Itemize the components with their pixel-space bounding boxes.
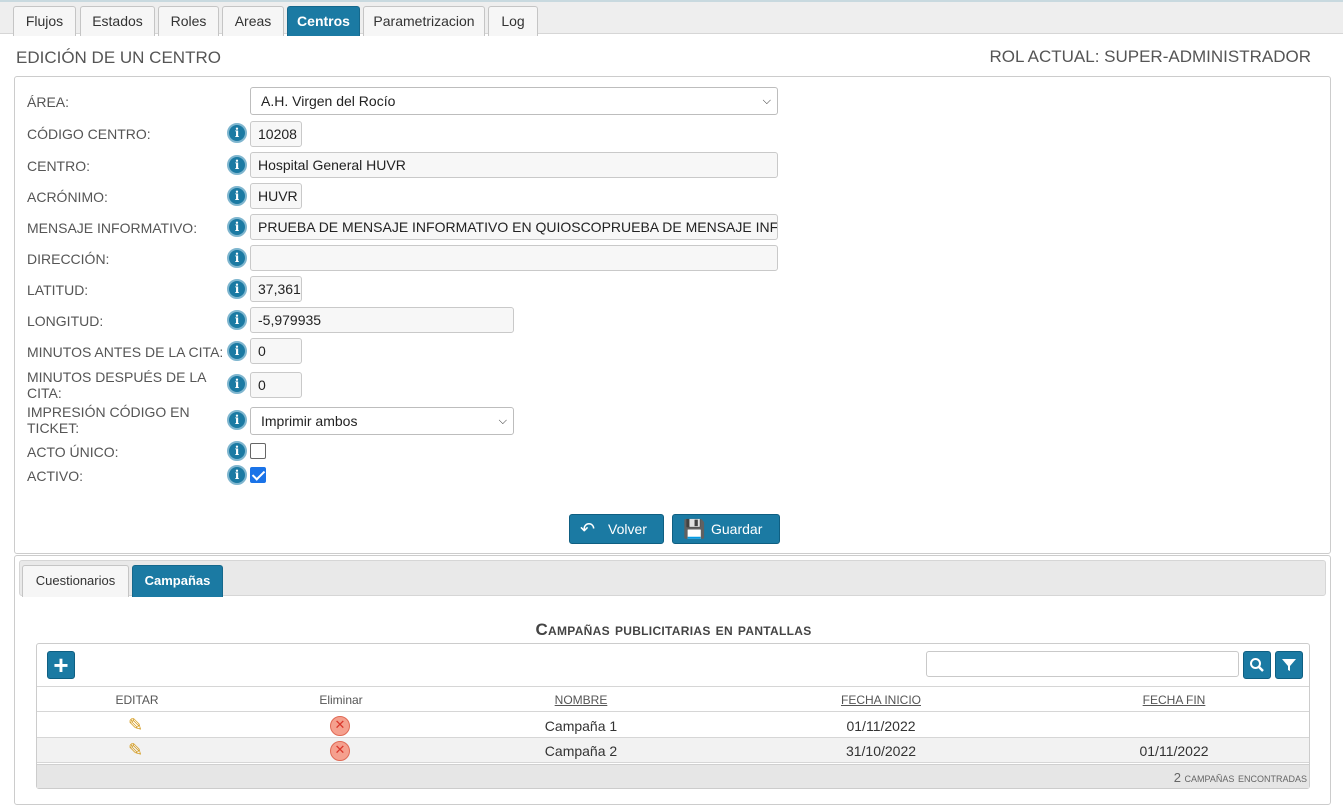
table-row: ✎ ✕ Campaña 2 31/10/2022 01/11/2022 xyxy=(37,738,1309,763)
chevron-down-icon: ⌵ xyxy=(498,415,507,427)
filter-icon xyxy=(1282,659,1296,671)
tab-cuestionarios[interactable]: Cuestionarios xyxy=(22,565,129,597)
cell-nombre: Campaña 1 xyxy=(544,718,618,734)
info-icon[interactable]: i xyxy=(227,310,247,330)
center-edit-form: ÁREA: A.H. Virgen del Rocío ⌵ CÓDIGO CEN… xyxy=(14,76,1331,554)
chevron-down-icon: ⌵ xyxy=(762,95,771,107)
tab-flujos[interactable]: Flujos xyxy=(13,6,76,36)
tab-estados[interactable]: Estados xyxy=(80,6,155,36)
impresion-select-value: Imprimir ambos xyxy=(261,413,358,429)
info-icon[interactable]: i xyxy=(227,410,247,430)
impresion-label: IMPRESIÓN CÓDIGO EN TICKET: xyxy=(27,404,190,436)
save-icon: 💾 xyxy=(683,519,706,539)
cell-fecha-inicio: 31/10/2022 xyxy=(845,743,917,759)
info-icon[interactable]: i xyxy=(227,341,247,361)
area-select-value: A.H. Virgen del Rocío xyxy=(261,93,396,109)
tab-roles[interactable]: Roles xyxy=(158,6,219,36)
info-icon[interactable]: i xyxy=(227,248,247,268)
guardar-button[interactable]: 💾 Guardar xyxy=(672,514,780,544)
col-editar: EDITAR xyxy=(115,693,159,707)
info-icon[interactable]: i xyxy=(227,441,247,461)
guardar-label: Guardar xyxy=(711,521,763,537)
longitud-label: LONGITUD: xyxy=(27,313,104,329)
col-eliminar: Eliminar xyxy=(319,693,363,707)
pencil-icon[interactable]: ✎ xyxy=(128,740,143,761)
minutos-despues-input[interactable]: 0 xyxy=(250,372,302,398)
info-icon[interactable]: i xyxy=(227,186,247,206)
area-label: ÁREA: xyxy=(27,94,70,110)
delete-icon[interactable]: ✕ xyxy=(330,716,350,736)
volver-label: Volver xyxy=(608,521,647,537)
longitud-input[interactable]: -5,979935 xyxy=(250,307,514,333)
tab-log[interactable]: Log xyxy=(488,6,538,36)
acto-unico-label: ACTO ÚNICO: xyxy=(27,444,119,460)
minutos-despues-label: MINUTOS DESPUÉS DE LA CITA: xyxy=(27,369,206,401)
cell-nombre: Campaña 2 xyxy=(544,743,618,759)
codigo-label: CÓDIGO CENTRO: xyxy=(27,126,151,142)
current-role: ROL ACTUAL: SUPER-ADMINISTRADOR xyxy=(989,47,1311,66)
search-button[interactable] xyxy=(1243,651,1271,679)
add-campaign-button[interactable]: + xyxy=(47,651,75,679)
mensaje-input[interactable]: PRUEBA DE MENSAJE INFORMATIVO EN QUIOSCO… xyxy=(250,214,778,240)
campaigns-panel: Cuestionarios Campañas Campañas publicit… xyxy=(14,555,1331,805)
centro-input[interactable]: Hospital General HUVR xyxy=(250,152,778,178)
direccion-label: DIRECCIÓN: xyxy=(27,251,110,267)
campaigns-table: + EDITAR Eliminar NOMBRE FECHA INICIO FE… xyxy=(36,643,1310,789)
info-icon[interactable]: i xyxy=(227,123,247,143)
volver-button[interactable]: ↶ Volver xyxy=(569,514,664,544)
filter-button[interactable] xyxy=(1275,651,1303,679)
table-footer: 2 campañas encontradas xyxy=(37,764,1309,788)
tab-centros[interactable]: Centros xyxy=(287,6,360,36)
activo-label: ACTIVO: xyxy=(27,468,84,484)
info-icon[interactable]: i xyxy=(227,465,247,485)
acto-unico-checkbox[interactable] xyxy=(250,443,266,459)
info-icon[interactable]: i xyxy=(227,279,247,299)
centro-label: CENTRO: xyxy=(27,158,90,174)
info-icon[interactable]: i xyxy=(227,155,247,175)
tab-parametrizacion[interactable]: Parametrizacion xyxy=(363,6,485,36)
table-row: ✎ ✕ Campaña 1 01/11/2022 xyxy=(37,713,1309,738)
latitud-input[interactable]: 37,361 xyxy=(250,276,302,302)
search-icon xyxy=(1250,658,1264,672)
area-select[interactable]: A.H. Virgen del Rocío ⌵ xyxy=(250,87,778,115)
acronimo-label: ACRÓNIMO: xyxy=(27,189,108,205)
table-title: Campañas publicitarias en pantallas xyxy=(535,620,812,639)
cell-fecha-inicio: 01/11/2022 xyxy=(846,718,916,734)
col-fecha-fin[interactable]: FECHA FIN xyxy=(1124,693,1224,707)
top-tab-bar: Flujos Estados Roles Areas Centros Param… xyxy=(0,0,1343,36)
pencil-icon[interactable]: ✎ xyxy=(128,715,143,736)
page-title: EDICIÓN DE UN CENTRO xyxy=(16,48,221,67)
impresion-select[interactable]: Imprimir ambos ⌵ xyxy=(250,407,514,435)
mensaje-label: MENSAJE INFORMATIVO: xyxy=(27,220,198,236)
search-input[interactable] xyxy=(926,651,1239,677)
table-header: EDITAR Eliminar NOMBRE FECHA INICIO FECH… xyxy=(37,686,1309,712)
col-nombre[interactable]: NOMBRE xyxy=(531,693,631,707)
codigo-input[interactable]: 10208 xyxy=(250,121,302,147)
latitud-label: LATITUD: xyxy=(27,282,89,298)
minutos-antes-input[interactable]: 0 xyxy=(250,338,302,364)
minutos-antes-label: MINUTOS ANTES DE LA CITA: xyxy=(27,344,224,360)
acronimo-input[interactable]: HUVR xyxy=(250,183,302,209)
results-count: 2 campañas encontradas xyxy=(1173,770,1307,785)
info-icon[interactable]: i xyxy=(227,374,247,394)
tab-areas[interactable]: Areas xyxy=(222,6,284,36)
cell-fecha-fin: 01/11/2022 xyxy=(1139,743,1209,759)
direccion-input[interactable] xyxy=(250,245,778,271)
activo-checkbox[interactable] xyxy=(250,467,266,483)
sub-tab-bar: Cuestionarios Campañas xyxy=(19,560,1326,597)
undo-arrow-icon: ↶ xyxy=(580,519,596,539)
info-icon[interactable]: i xyxy=(227,217,247,237)
tab-campanas[interactable]: Campañas xyxy=(132,565,223,597)
delete-icon[interactable]: ✕ xyxy=(330,741,350,761)
col-fecha-inicio[interactable]: FECHA INICIO xyxy=(811,693,951,707)
